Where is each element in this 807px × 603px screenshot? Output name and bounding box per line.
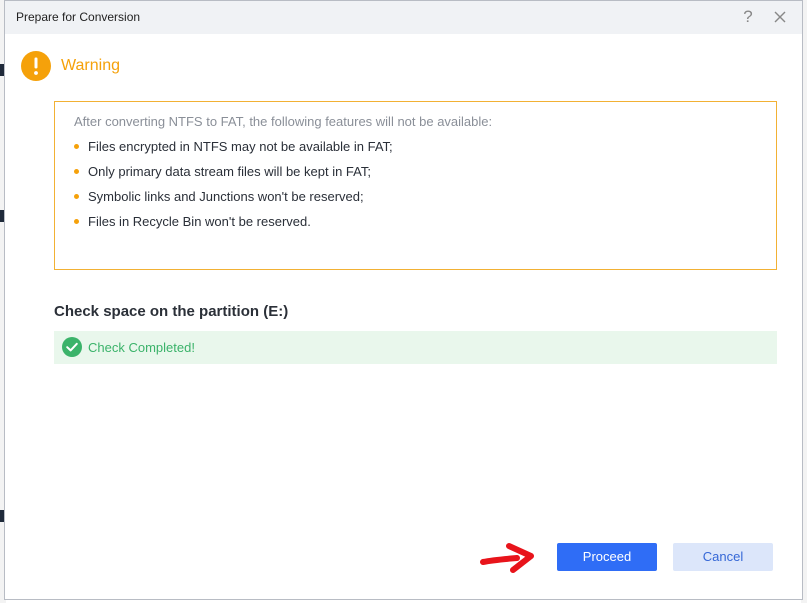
check-circle-icon: [62, 337, 82, 357]
list-item: Symbolic links and Junctions won't be re…: [74, 189, 393, 214]
check-status-text: Check Completed!: [88, 340, 195, 355]
dialog-title: Prepare for Conversion: [16, 10, 141, 24]
warning-title: Warning: [61, 57, 120, 74]
check-space-title: Check space on the partition (E:): [54, 303, 289, 320]
list-item: Files in Recycle Bin won't be reserved.: [74, 214, 393, 239]
check-status-bar: Check Completed!: [54, 331, 777, 364]
close-icon[interactable]: [770, 7, 790, 27]
feature-loss-notice: After converting NTFS to FAT, the follow…: [54, 101, 777, 270]
notice-intro: After converting NTFS to FAT, the follow…: [74, 114, 493, 129]
list-item: Only primary data stream files will be k…: [74, 164, 393, 189]
bullet-dot: [74, 144, 79, 149]
bullet-dot: [74, 219, 79, 224]
prepare-for-conversion-dialog: Prepare for Conversion ? Warning After c…: [4, 0, 803, 600]
dialog-titlebar: Prepare for Conversion ?: [5, 1, 802, 34]
proceed-button[interactable]: Proceed: [557, 543, 657, 571]
question-mark-icon[interactable]: ?: [738, 7, 758, 27]
list-item: Files encrypted in NTFS may not be avail…: [74, 139, 393, 164]
warning-circle-icon: [21, 51, 51, 81]
notice-list: Files encrypted in NTFS may not be avail…: [74, 139, 393, 239]
red-arrow-annotation-icon: [479, 540, 537, 574]
bullet-dot: [74, 169, 79, 174]
bullet-dot: [74, 194, 79, 199]
cancel-button[interactable]: Cancel: [673, 543, 773, 571]
